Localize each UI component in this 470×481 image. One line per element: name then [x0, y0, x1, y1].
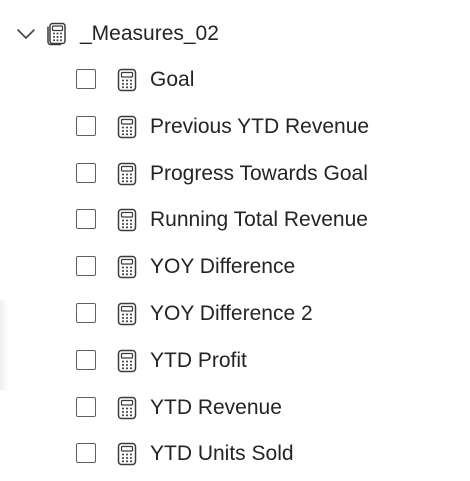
- field-label: Goal: [150, 68, 195, 91]
- field-label: YTD Units Sold: [150, 442, 294, 466]
- calculator-icon: [117, 162, 137, 185]
- field-item[interactable]: YTD Profit: [0, 339, 470, 386]
- calculator-icon: [117, 396, 137, 419]
- field-item[interactable]: Previous YTD Revenue: [0, 105, 470, 152]
- field-checkbox[interactable]: [76, 209, 96, 230]
- field-item[interactable]: YOY Difference: [0, 245, 470, 292]
- fields-pane: _Measures_02 Goal Previous YTD Revenue P…: [0, 0, 470, 481]
- field-item[interactable]: Progress Towards Goal: [0, 152, 470, 199]
- field-checkbox[interactable]: [76, 349, 96, 370]
- field-label: Running Total Revenue: [150, 208, 368, 232]
- field-label: YTD Revenue: [150, 395, 282, 419]
- field-checkbox[interactable]: [76, 396, 96, 417]
- field-checkbox[interactable]: [76, 443, 96, 464]
- field-list: Goal Previous YTD Revenue Progress Towar…: [0, 58, 470, 479]
- calculator-icon: [117, 115, 137, 139]
- field-checkbox[interactable]: [76, 115, 96, 136]
- calculator-icon: [117, 209, 137, 232]
- field-item[interactable]: YTD Units Sold: [0, 432, 470, 479]
- chevron-down-icon[interactable]: [14, 22, 38, 46]
- table-name: _Measures_02: [80, 22, 219, 45]
- field-label: Previous YTD Revenue: [150, 114, 370, 138]
- field-label: YTD Profit: [150, 348, 247, 372]
- field-checkbox[interactable]: [76, 302, 96, 323]
- field-item[interactable]: Running Total Revenue: [0, 198, 470, 245]
- table-header-measures[interactable]: _Measures_02: [0, 12, 470, 56]
- calculator-icon: [117, 68, 137, 92]
- field-checkbox[interactable]: [76, 256, 96, 277]
- calculator-icon: [117, 349, 137, 373]
- field-item[interactable]: Goal: [0, 58, 470, 105]
- field-label: YOY Difference: [150, 255, 296, 279]
- field-item[interactable]: YTD Revenue: [0, 386, 470, 433]
- calculator-icon: [117, 443, 137, 466]
- field-checkbox[interactable]: [76, 162, 96, 183]
- calculator-icon: [117, 302, 137, 326]
- field-label: YOY Difference 2: [150, 301, 313, 325]
- field-item[interactable]: YOY Difference 2: [0, 292, 470, 339]
- calculator-table-icon: [47, 22, 66, 46]
- field-label: Progress Towards Goal: [150, 161, 368, 185]
- field-checkbox[interactable]: [76, 69, 96, 89]
- calculator-icon: [117, 255, 137, 279]
